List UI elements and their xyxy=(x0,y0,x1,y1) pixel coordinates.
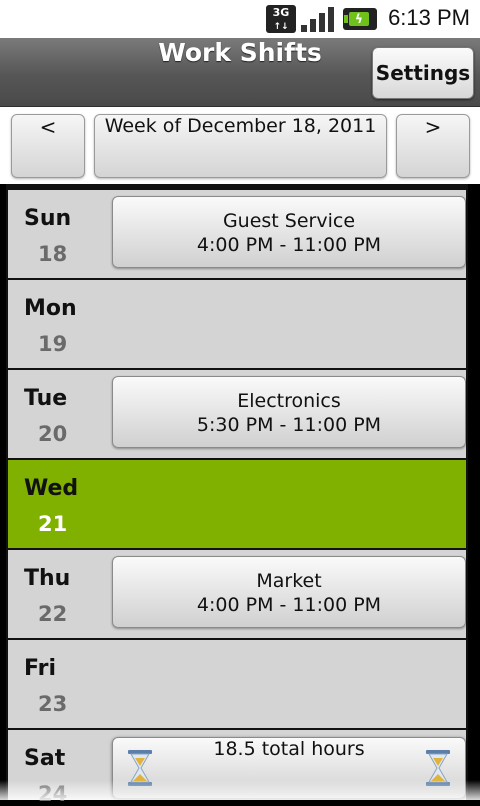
shift-department: Electronics xyxy=(237,390,341,412)
day-name: Mon xyxy=(24,296,77,321)
clock: 6:13 PM xyxy=(388,5,470,30)
week-navigation: < Week of December 18, 2011 > xyxy=(0,107,480,184)
settings-button[interactable]: Settings xyxy=(372,47,474,99)
day-name: Fri xyxy=(24,656,57,681)
shift-time: 5:30 PM - 11:00 PM xyxy=(196,414,382,436)
network-type: 3G xyxy=(272,6,290,19)
day-list: Sun 18 Guest Service 4:00 PM - 11:00 PM … xyxy=(6,184,468,806)
previous-week-button[interactable]: < xyxy=(11,114,85,178)
day-date: 22 xyxy=(38,602,68,626)
day-row-sun[interactable]: Sun 18 Guest Service 4:00 PM - 11:00 PM xyxy=(8,190,466,278)
day-name: Wed xyxy=(24,476,79,501)
hourglass-icon xyxy=(128,750,152,786)
shift-button[interactable]: Guest Service 4:00 PM - 11:00 PM xyxy=(112,196,466,268)
title-bar: Work Shifts Settings xyxy=(0,38,480,107)
day-name: Sun xyxy=(24,206,72,231)
week-selector-button[interactable]: Week of December 18, 2011 xyxy=(94,114,387,178)
shift-department: Guest Service xyxy=(222,210,356,232)
total-hours-label: 18.5 total hours xyxy=(213,738,365,760)
day-date: 20 xyxy=(38,422,68,446)
shift-button[interactable]: Electronics 5:30 PM - 11:00 PM xyxy=(112,376,466,448)
battery-icon: ϟ xyxy=(343,8,377,30)
day-date: 23 xyxy=(38,692,68,716)
shift-time: 4:00 PM - 11:00 PM xyxy=(196,594,382,616)
day-row-fri[interactable]: Fri 23 xyxy=(8,640,466,728)
day-row-mon[interactable]: Mon 19 xyxy=(8,280,466,368)
day-date: 21 xyxy=(38,512,68,536)
day-date: 19 xyxy=(38,332,68,356)
hourglass-icon xyxy=(426,750,450,786)
signal-strength-icon xyxy=(301,7,334,32)
day-name: Sat xyxy=(24,746,66,771)
day-row-thu[interactable]: Thu 22 Market 4:00 PM - 11:00 PM xyxy=(8,550,466,638)
shift-department: Market xyxy=(256,570,322,592)
day-name: Tue xyxy=(24,386,68,411)
day-row-wed-today[interactable]: Wed 21 xyxy=(8,460,466,548)
status-bar: 3G ↑↓ ϟ 6:13 PM xyxy=(0,0,480,38)
day-name: Thu xyxy=(24,566,71,591)
day-row-tue[interactable]: Tue 20 Electronics 5:30 PM - 11:00 PM xyxy=(8,370,466,458)
day-date: 24 xyxy=(38,782,68,806)
day-date: 18 xyxy=(38,242,68,266)
shift-time: 4:00 PM - 11:00 PM xyxy=(196,234,382,256)
next-week-button[interactable]: > xyxy=(396,114,470,178)
shift-button[interactable]: Market 4:00 PM - 11:00 PM xyxy=(112,556,466,628)
total-hours-button[interactable]: 18.5 total hours xyxy=(112,737,466,799)
network-3g-icon: 3G ↑↓ xyxy=(266,5,296,33)
